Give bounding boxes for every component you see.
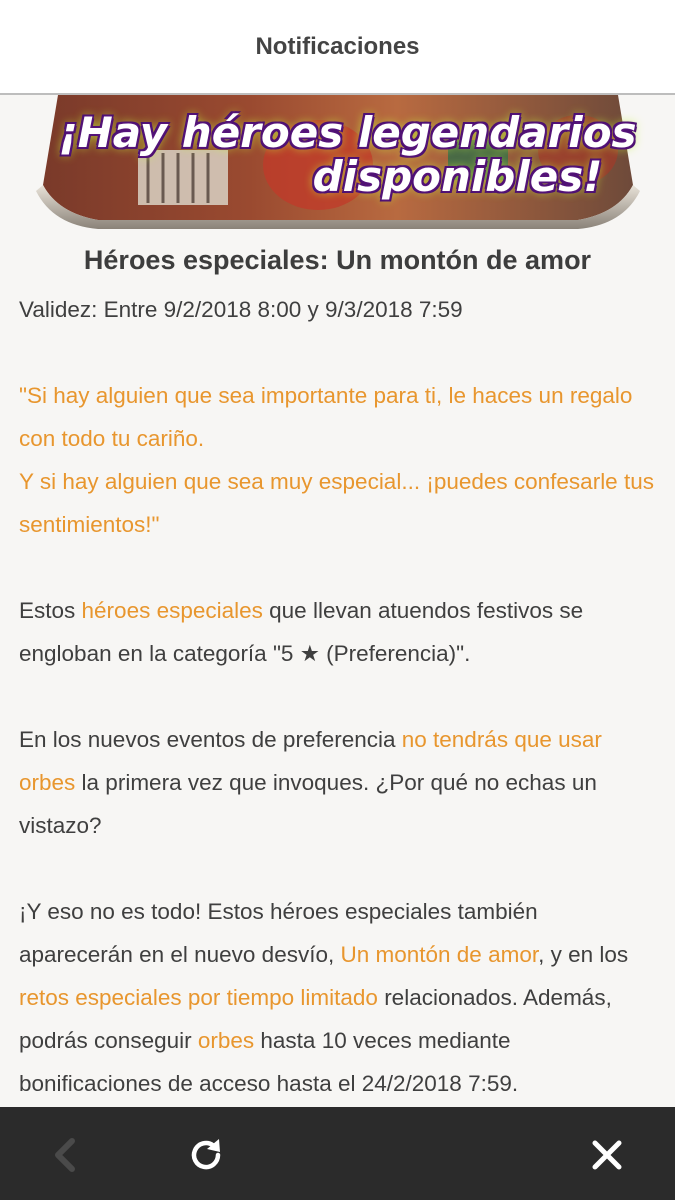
quote-line-1: "Si hay alguien que sea importante para … <box>19 383 633 451</box>
chevron-left-icon <box>55 1138 75 1172</box>
bottom-navigation-bar <box>0 1107 675 1200</box>
validity-text: Validez: Entre 9/2/2018 8:00 y 9/3/2018 … <box>19 297 463 322</box>
refresh-icon <box>191 1139 221 1170</box>
p2-text-a: En los nuevos eventos de preferencia <box>19 727 402 752</box>
paragraph-paralogue: ¡Y eso no es todo! Estos héroes especial… <box>19 890 656 1105</box>
special-maps-link[interactable]: retos especiales por tiempo limitado <box>19 985 378 1010</box>
back-button[interactable] <box>44 1135 84 1175</box>
banner-line-2: disponibles! <box>312 152 603 201</box>
article-body: Validez: Entre 9/2/2018 8:00 y 9/3/2018 … <box>0 288 675 1105</box>
special-heroes-link[interactable]: héroes especiales <box>82 598 263 623</box>
p2-text-b: la primera vez que invoques. ¿Por qué no… <box>19 770 597 838</box>
close-icon <box>592 1140 622 1170</box>
article-title: Héroes especiales: Un montón de amor <box>83 245 592 275</box>
paragraph-free-summon: En los nuevos eventos de preferencia no … <box>19 718 656 847</box>
banner-line-1: ¡Hay héroes legendarios <box>58 107 637 157</box>
p3-text-b: , y en los <box>538 942 629 967</box>
close-button[interactable] <box>587 1135 627 1175</box>
paragraph-special-heroes: Estos héroes especiales que llevan atuen… <box>19 589 656 675</box>
banner-headline: ¡Hay héroes legendarios disponibles! <box>18 95 658 225</box>
quote-line-2: Y si hay alguien que sea muy especial...… <box>19 469 654 537</box>
top-bar: Notificaciones <box>0 0 675 95</box>
p1-text-a: Estos <box>19 598 82 623</box>
event-banner: ¡Hay héroes legendarios disponibles! <box>18 95 658 230</box>
refresh-button[interactable] <box>186 1135 226 1175</box>
page-title: Notificaciones <box>255 32 420 60</box>
paralogue-link[interactable]: Un montón de amor <box>340 942 538 967</box>
orbs-link[interactable]: orbes <box>198 1028 254 1053</box>
notification-content[interactable]: ¡Hay héroes legendarios disponibles! Hér… <box>0 95 675 1107</box>
